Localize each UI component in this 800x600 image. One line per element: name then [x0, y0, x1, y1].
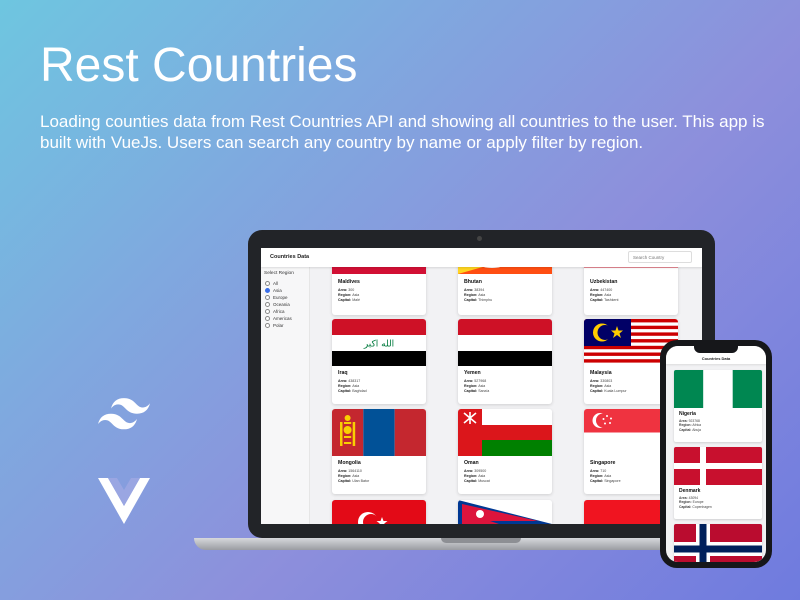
- radio-icon[interactable]: [265, 315, 270, 321]
- phone-country-card-nigeria[interactable]: Nigeria Area: 923768 Region: Africa Capi…: [674, 370, 762, 442]
- area-label: Area:: [338, 288, 348, 292]
- region-label: All: [273, 280, 279, 286]
- laptop-screen: Countries Data Select Region All Asia Eu…: [261, 248, 702, 524]
- region-value: Asia: [352, 293, 360, 297]
- country-name: Malaysia: [590, 370, 612, 376]
- country-card-nepal[interactable]: [458, 500, 552, 524]
- country-card-oman[interactable]: Oman Area: 309500 Region: Asia Capital: …: [458, 409, 552, 494]
- sidebar-title: Select Region: [264, 271, 294, 276]
- radio-icon[interactable]: [265, 294, 270, 300]
- country-card-yemen[interactable]: Yemen Area: 527968 Region: Asia Capital:…: [458, 319, 552, 404]
- region-option-europe[interactable]: Europe: [265, 294, 288, 300]
- norway-flag-icon: [674, 524, 762, 562]
- country-card-mongolia[interactable]: Mongolia Area: 1564110 Region: Asia Capi…: [332, 409, 426, 494]
- phone-country-card-denmark[interactable]: Denmark Area: 43094 Region: Europe Capit…: [674, 447, 762, 519]
- country-card-turkey[interactable]: [332, 500, 426, 524]
- radio-checked-icon[interactable]: [265, 287, 270, 293]
- vue-logo-icon: [98, 478, 150, 524]
- region-sidebar: Select Region All Asia Europe Oceania Af…: [261, 267, 310, 524]
- region-option-oceania[interactable]: Oceania: [265, 301, 290, 307]
- region-option-africa[interactable]: Africa: [265, 308, 285, 314]
- region-option-americas[interactable]: Americas: [265, 315, 292, 321]
- tailwind-logo-icon: [98, 398, 150, 430]
- iraq-flag-icon: الله اكبر: [332, 319, 426, 366]
- nepal-flag-icon: [458, 500, 552, 524]
- region-option-asia[interactable]: Asia: [265, 287, 282, 293]
- region-label: Polar: [273, 322, 284, 328]
- country-name: Iraq: [338, 370, 348, 376]
- yemen-flag-icon: [458, 319, 552, 366]
- laptop-base-notch: [441, 538, 521, 543]
- radio-icon[interactable]: [265, 280, 270, 286]
- country-name: Mongolia: [338, 460, 361, 466]
- country-card-iraq[interactable]: الله اكبر Iraq Area: 438317 Region: Asia…: [332, 319, 426, 404]
- capital-label: Capital:: [338, 298, 352, 302]
- phone-notch: [694, 346, 738, 353]
- country-name: Uzbekistan: [590, 279, 618, 285]
- app-navbar: Countries Data: [261, 248, 702, 267]
- region-option-all[interactable]: All: [265, 280, 278, 286]
- laptop-mockup: Countries Data Select Region All Asia Eu…: [248, 230, 715, 538]
- capital-value: Malé: [352, 298, 360, 302]
- region-label: Asia: [273, 287, 282, 293]
- region-option-polar[interactable]: Polar: [265, 322, 284, 328]
- country-name: Maldives: [338, 279, 360, 285]
- denmark-flag-icon: [674, 447, 762, 485]
- area-value: 300: [348, 288, 355, 292]
- nigeria-flag-icon: [674, 370, 762, 408]
- laptop-camera: [477, 236, 482, 241]
- phone-country-card-norway[interactable]: [674, 524, 762, 562]
- turkey-flag-icon: [332, 500, 426, 524]
- country-name: Bhutan: [464, 279, 482, 285]
- region-label: Americas: [273, 315, 292, 321]
- phone-app-title[interactable]: Countries Data: [666, 356, 766, 361]
- oman-flag-icon: [458, 409, 552, 456]
- country-name: Singapore: [590, 460, 616, 466]
- country-name: Nigeria: [679, 411, 696, 417]
- region-label: Region:: [338, 293, 352, 297]
- country-name: Denmark: [679, 488, 701, 494]
- country-capital: Capital: Malé: [338, 298, 360, 303]
- radio-icon[interactable]: [265, 301, 270, 307]
- page-title: Rest Countries: [40, 39, 358, 92]
- country-name: Yemen: [464, 370, 481, 376]
- iraq-flag-script: الله اكبر: [363, 340, 394, 350]
- mongolia-flag-icon: [332, 409, 426, 456]
- phone-screen: Countries Data Nigeria Area: 923768 Regi…: [666, 346, 766, 562]
- region-label: Africa: [273, 308, 285, 314]
- page-description: Loading counties data from Rest Countrie…: [40, 112, 765, 152]
- radio-icon[interactable]: [265, 308, 270, 314]
- region-label: Oceania: [273, 301, 290, 307]
- phone-mockup: Countries Data Nigeria Area: 923768 Regi…: [660, 340, 772, 568]
- search-input[interactable]: [628, 251, 692, 263]
- radio-icon[interactable]: [265, 322, 270, 328]
- app-brand[interactable]: Countries Data: [270, 254, 309, 260]
- region-label: Europe: [273, 294, 288, 300]
- country-name: Oman: [464, 460, 479, 466]
